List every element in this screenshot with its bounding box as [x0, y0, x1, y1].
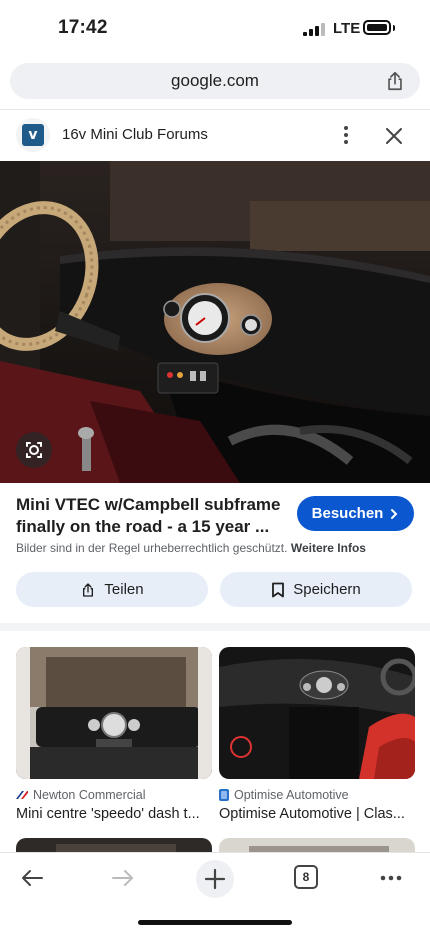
save-button-label: Speichern	[293, 581, 361, 598]
home-indicator	[138, 920, 292, 925]
plus-icon	[204, 868, 226, 890]
battery-icon	[363, 20, 391, 35]
source-logo: v	[16, 118, 50, 152]
source-header: v 16v Mini Club Forums	[0, 109, 430, 161]
more-info-link[interactable]: Weitere Infos	[291, 541, 366, 555]
chevron-right-icon	[391, 508, 398, 519]
copyright-notice: Bilder sind in der Regel urheberrechtlic…	[16, 541, 366, 555]
share-button-label: Teilen	[104, 581, 144, 598]
visit-button[interactable]: Besuchen	[297, 496, 414, 531]
site-logo-icon: v	[22, 124, 44, 146]
status-bar: 17:42 LTE	[0, 0, 430, 58]
related-title-2[interactable]: Optimise Automotive | Clas...	[219, 806, 415, 822]
signal-icon	[303, 23, 325, 36]
section-divider	[0, 623, 430, 631]
result-image[interactable]	[0, 161, 430, 483]
back-arrow-icon[interactable]	[17, 863, 47, 893]
network-label: LTE	[333, 20, 361, 37]
lens-icon[interactable]	[16, 432, 52, 468]
bottom-toolbar: 8	[0, 852, 430, 932]
related-result-2[interactable]: Optimise Automotive Optimise Automotive …	[219, 647, 415, 822]
share-icon[interactable]	[384, 70, 406, 92]
copyright-text: Bilder sind in der Regel urheberrechtlic…	[16, 541, 288, 555]
result-title[interactable]: Mini VTEC w/Campbell subframe finally on…	[16, 494, 286, 538]
related-source-1: Newton Commercial	[16, 788, 212, 802]
dashboard-photo	[0, 161, 430, 483]
related-source-2: Optimise Automotive	[219, 788, 415, 802]
more-vert-icon[interactable]	[336, 124, 356, 148]
new-tab-button[interactable]	[196, 860, 234, 898]
related-title-1[interactable]: Mini centre 'speedo' dash t...	[16, 806, 212, 822]
save-button[interactable]: Speichern	[220, 572, 412, 607]
close-icon[interactable]	[382, 124, 406, 148]
related-source-label-2: Optimise Automotive	[234, 788, 349, 802]
tab-switcher-button[interactable]: 8	[294, 865, 318, 889]
url-text[interactable]: google.com	[10, 71, 420, 91]
related-result-1[interactable]: Newton Commercial Mini centre 'speedo' d…	[16, 647, 212, 822]
related-image-2[interactable]	[219, 647, 415, 779]
share-button[interactable]: Teilen	[16, 572, 208, 607]
source-title[interactable]: 16v Mini Club Forums	[62, 126, 208, 143]
battery-tip	[393, 25, 395, 31]
share-icon	[83, 582, 94, 597]
address-bar[interactable]: google.com	[10, 63, 420, 99]
forward-arrow-icon[interactable]	[108, 863, 138, 893]
related-image-1[interactable]	[16, 647, 212, 779]
bookmark-icon	[272, 582, 285, 597]
newton-logo-icon	[16, 791, 28, 799]
more-horiz-icon[interactable]	[376, 863, 406, 893]
related-source-label-1: Newton Commercial	[33, 788, 146, 802]
optimise-logo-icon	[219, 789, 229, 801]
visit-button-label: Besuchen	[311, 505, 384, 522]
status-time: 17:42	[58, 17, 108, 38]
